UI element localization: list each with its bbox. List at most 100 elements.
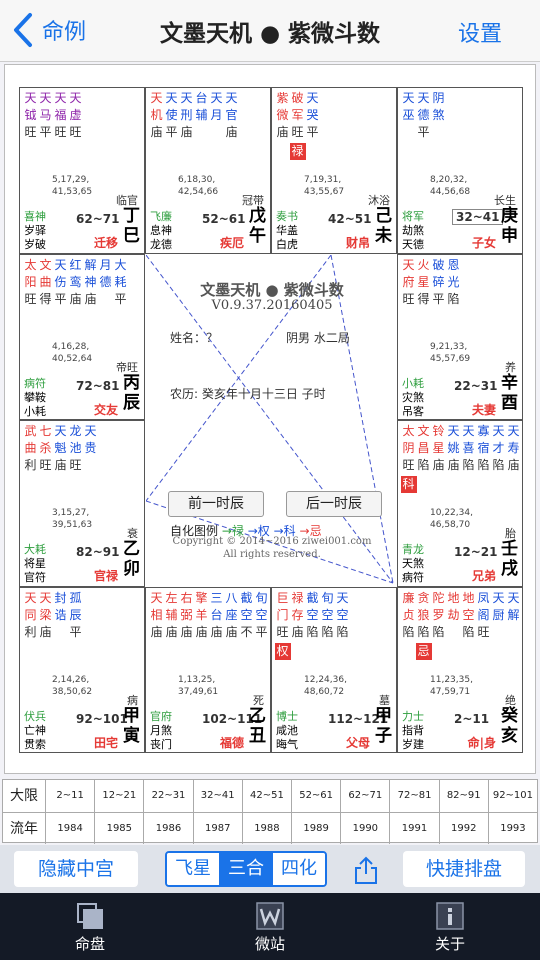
star-char: 贪 — [417, 590, 430, 605]
daxian-label: 大限 — [10, 788, 38, 804]
star-brightness: 不 — [240, 624, 253, 639]
seg-1[interactable]: 三合 — [219, 853, 272, 885]
palace-wei[interactable]: 紫微庙破军旺禄天哭平 7,19,31, 43,55,67 沐浴 奏书 华盖 白虎 42~51 己… — [271, 87, 397, 254]
star-char: 空 — [462, 607, 475, 622]
star: 龙池旺 — [69, 423, 82, 474]
star-char: 天 — [447, 424, 460, 438]
star: 铃星庙 — [432, 423, 445, 493]
palace-zi[interactable]: 巨门旺权禄存庙截空陷旬空陷天空陷 12,24,36, 48,60,72 墓博士 咸池 晦气… — [271, 586, 397, 753]
share-icon[interactable] — [352, 855, 380, 885]
star-char: 红 — [69, 257, 82, 272]
star-char: 天 — [462, 424, 475, 438]
star-char: 太 — [402, 424, 415, 438]
liunian-cell[interactable]: 1985 — [94, 813, 143, 844]
star-char: 星 — [432, 441, 445, 455]
daxian-cell[interactable]: 92~101 — [487, 780, 537, 812]
palace-shen[interactable]: 天巫天德平阴煞 8,20,32, 44,56,68 长生 将军 劫煞 天德 32~41 庚申子女 — [397, 87, 523, 254]
daxian-cell[interactable]: 2~11 — [45, 780, 94, 812]
star: 文昌陷 — [417, 423, 430, 493]
settings-button[interactable]: 设置 — [458, 16, 502, 48]
palace-you[interactable]: 天府旺火星得破碎平恩光陷 9,21,33, 45,57,69 养小耗 灾煞 吊客 22~31… — [397, 253, 523, 420]
seg-0[interactable]: 飞星 — [167, 853, 219, 885]
daxian-cell[interactable]: 52~61 — [291, 780, 340, 812]
minor-stars: 奏书 华盖 白虎 — [276, 210, 298, 252]
quick-chart-button[interactable]: 快捷排盘 — [403, 851, 525, 887]
liunian-cell[interactable]: 1988 — [241, 813, 291, 844]
star-char: 军 — [291, 108, 304, 122]
palace-chou[interactable]: 天相庙左辅庙右弼庙擎羊庙三台庙八座庙截空不旬空平蜚廉1,13,25,37,49,… — [145, 586, 271, 753]
palace-yin[interactable]: 天同利天梁庙封诰孤辰平 2,14,26, 38,50,62 病伏兵 亡神 贯索 92~101… — [19, 586, 145, 753]
minor-stars: 病符 攀鞍 小耗 — [24, 377, 46, 419]
daxian-cell[interactable]: 22~31 — [143, 780, 192, 812]
star-char: 寡 — [477, 424, 490, 438]
gender-text: 阴男 水二局 — [286, 330, 350, 345]
star-brightness: 得 — [417, 291, 430, 306]
minor-stars: 喜神 岁驿 岁破 — [24, 210, 46, 252]
star: 陀罗陷 — [432, 590, 445, 660]
star-char: 空 — [306, 607, 319, 622]
liunian-cell[interactable]: 1993 — [487, 813, 537, 844]
gan: 乙 — [249, 705, 266, 726]
liunian-cell[interactable]: 1991 — [389, 813, 438, 844]
daxian-cell[interactable]: 72~81 — [389, 780, 438, 812]
star: 台辅 — [195, 90, 208, 141]
next-hour-button[interactable]: 后一时辰 — [286, 490, 382, 517]
palace-stars: 廉贞陷贪狼陷忌陀罗陷地劫地空陷凤阁旺天厨天解 — [402, 590, 522, 660]
zhi: 亥 — [501, 725, 518, 746]
star: 擎羊庙 — [195, 590, 208, 641]
ages-line: 46,58,70 — [430, 520, 471, 530]
daxian-cell[interactable]: 82~91 — [438, 780, 488, 812]
info-icon — [436, 902, 464, 930]
star-char: 刑 — [180, 108, 193, 122]
star-brightness: 庙 — [150, 125, 163, 139]
star-char: 德 — [417, 108, 430, 122]
ganzhi: 癸亥 — [501, 706, 518, 746]
star-char: 恩 — [447, 257, 460, 272]
star-char: 破 — [291, 91, 304, 105]
daxian-cell[interactable]: 32~41 — [192, 780, 242, 812]
prev-hour-button[interactable]: 前一时辰 — [168, 490, 264, 517]
star-brightness: 陷 — [462, 458, 475, 472]
star-char: 封 — [54, 590, 67, 605]
minor-star: 丧门 — [150, 737, 172, 751]
daxian-cell[interactable]: 62~71 — [340, 780, 389, 812]
zhi: 未 — [375, 226, 392, 246]
palace-mao[interactable]: 武曲利七杀旺天魁庙龙池旺天贵 3,15,27, 39,51,63 衰大耗 将星 官符 82~… — [19, 420, 145, 587]
daxian-cell[interactable]: 12~21 — [94, 780, 143, 812]
gan: 甲 — [375, 705, 392, 726]
zhi: 寅 — [123, 725, 140, 746]
star: 天寿庙 — [507, 423, 520, 493]
tab-chart[interactable]: 命盘 — [0, 893, 180, 960]
star-char: 罗 — [432, 607, 445, 622]
tab-about[interactable]: 关于 — [360, 893, 540, 960]
minor-star: 官符 — [24, 571, 46, 584]
star-brightness: 旺 — [402, 291, 415, 306]
tab-weizhan[interactable]: 微站 — [180, 893, 360, 960]
copyright-line: Copyright © 2014~2016 ziwei001.com — [172, 535, 372, 547]
palace-hai[interactable]: 廉贞陷贪狼陷忌陀罗陷地劫地空陷凤阁旺天厨天解 11,23,35, 47,59,71 绝… — [397, 586, 523, 753]
star: 天使平 — [165, 90, 178, 141]
hide-center-button[interactable]: 隐藏中宫 — [14, 851, 138, 887]
palace-name: 财帛 — [345, 236, 370, 250]
seg-2[interactable]: 四化 — [272, 853, 325, 885]
liunian-cell[interactable]: 1989 — [291, 813, 340, 844]
star-brightness: 陷 — [462, 624, 475, 639]
liunian-cell[interactable]: 1990 — [340, 813, 389, 844]
palace-chen[interactable]: 太阳旺文曲得天伤平红鸾庙解神庙月德大耗平 4,16,28, 40,52,64 帝旺 病符… — [19, 253, 145, 420]
star-char: 地 — [462, 590, 475, 605]
palace-wu[interactable]: 天机庙天使平天刑庙台辅天月天官庙 6,18,30, 42,54,66 冠带 飞廉 息神 龙德… — [145, 87, 271, 254]
daxian-cell[interactable]: 42~51 — [241, 780, 291, 812]
star-char: 七 — [39, 424, 52, 438]
liunian-cell[interactable]: 1986 — [143, 813, 192, 844]
star: 恩光陷 — [447, 257, 460, 308]
star-brightness: 旺 — [69, 125, 82, 139]
star-brightness: 陷 — [321, 624, 334, 639]
liunian-cell[interactable]: 1987 — [192, 813, 242, 844]
palace-si[interactable]: 天钺旺天马平天福旺天虚旺 5,17,29, 41,53,65 临官 喜神 岁驿 岁破 62~7… — [19, 87, 145, 254]
palace-xu[interactable]: 太阴旺科文昌陷铃星庙天姚庙天喜陷寡宿陷天才陷天寿庙 10,22,34, 46,58,… — [397, 420, 523, 587]
liunian-cell[interactable]: 1992 — [438, 813, 488, 844]
star-char: 天 — [54, 424, 67, 438]
liunian-cell[interactable]: 1984 — [45, 813, 94, 844]
ganzhi: 丁巳 — [123, 206, 140, 246]
tab-about-label: 关于 — [434, 935, 465, 953]
